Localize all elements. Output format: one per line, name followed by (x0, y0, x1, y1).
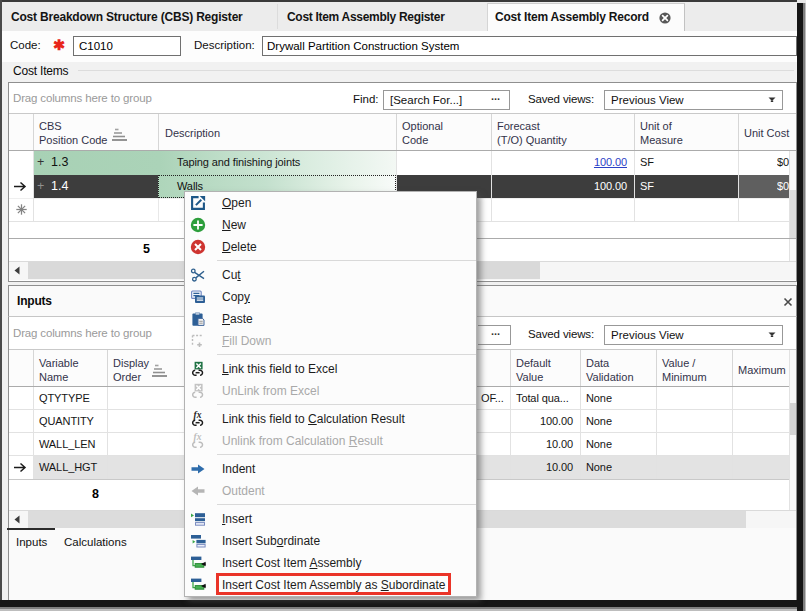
svg-text:fx: fx (194, 411, 202, 420)
svg-text:fx: fx (194, 433, 202, 442)
